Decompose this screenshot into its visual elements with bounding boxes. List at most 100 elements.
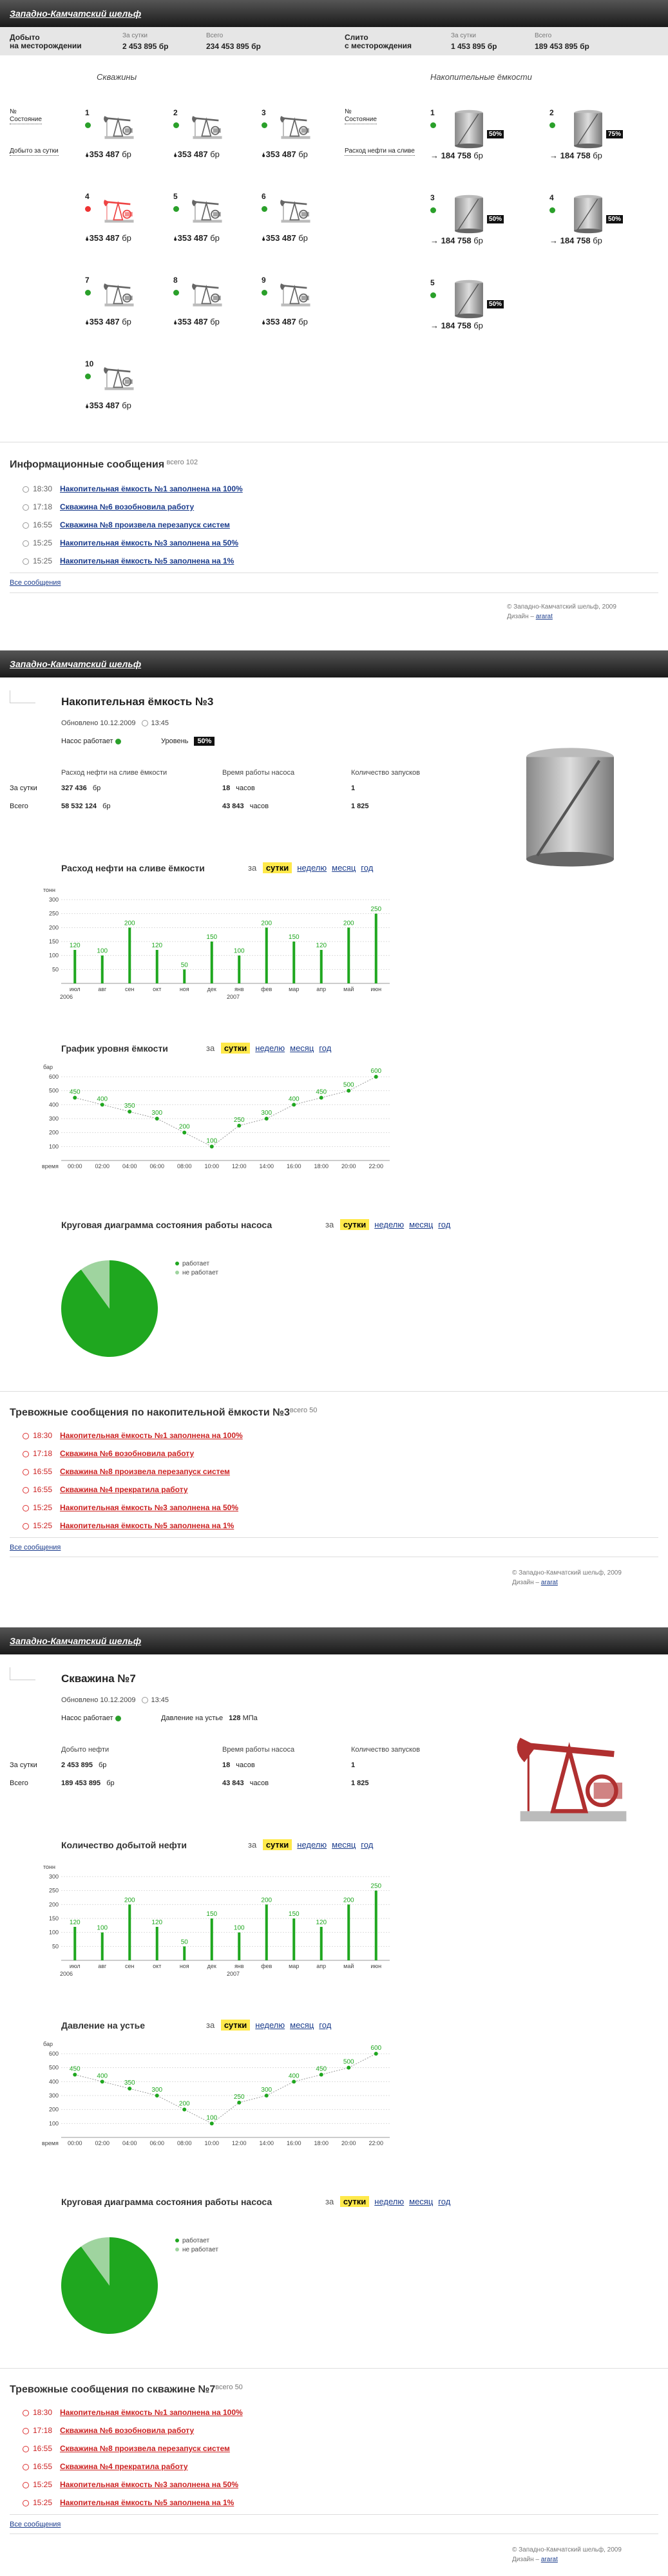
period-day[interactable]: сутки bbox=[220, 1043, 251, 1054]
drop-icon: 🌢 bbox=[85, 235, 90, 243]
x-tick-label: ноя bbox=[180, 986, 189, 992]
period-week[interactable]: неделю bbox=[374, 2197, 404, 2206]
alert-link[interactable]: Накопительная ёмкость №1 заполнена на 10… bbox=[60, 1431, 243, 1440]
tank-flow-value: 184 758 bbox=[560, 151, 591, 160]
legend-label: работает bbox=[182, 1260, 209, 1267]
stat-header-3: Количество запусков bbox=[351, 1746, 421, 1754]
alert-messages: 18:30 Накопительная ёмкость №1 заполнена … bbox=[23, 1426, 345, 1535]
studio-link[interactable]: ararat bbox=[541, 2556, 558, 2563]
pump-jack-icon bbox=[100, 192, 138, 227]
bar-value-label: 50 bbox=[181, 1938, 189, 1946]
well-daily-output: 🌢353 487 бр bbox=[85, 149, 131, 160]
message-link[interactable]: Накопительная ёмкость №3 заполнена на 50… bbox=[60, 538, 238, 547]
well-card[interactable]: 9 🌢353 487 бр bbox=[262, 276, 339, 346]
bar bbox=[155, 1927, 158, 1960]
alert-link[interactable]: Накопительная ёмкость №3 заполнена на 50… bbox=[60, 1503, 238, 1512]
period-month[interactable]: месяц bbox=[332, 1840, 356, 1850]
period-day[interactable]: сутки bbox=[339, 2196, 370, 2207]
well-card[interactable]: 8 🌢353 487 бр bbox=[173, 276, 251, 346]
stat-total-1-unit: бр bbox=[100, 802, 111, 810]
alert-link[interactable]: Скважина №8 произвела перезапуск систем bbox=[60, 1467, 230, 1476]
stat-total-1-unit: бр bbox=[104, 1779, 115, 1787]
alert-link[interactable]: Скважина №8 произвела перезапуск систем bbox=[60, 2444, 230, 2453]
alert-item: 15:25 Накопительная ёмкость №5 заполнена … bbox=[23, 1517, 345, 1535]
tank-card[interactable]: 4 50% → 184 758 бр bbox=[549, 193, 646, 264]
alert-link[interactable]: Накопительная ёмкость №1 заполнена на 10… bbox=[60, 2408, 243, 2417]
period-month[interactable]: месяц bbox=[409, 2197, 433, 2206]
well-card[interactable]: 5 🌢353 487 бр bbox=[173, 192, 251, 263]
well-card[interactable]: 7 🌢353 487 бр bbox=[85, 276, 162, 346]
all-messages-link[interactable]: Все сообщения bbox=[10, 1544, 61, 1551]
alert-time: 15:25 bbox=[33, 2498, 53, 2507]
site-logo[interactable]: Западно-Камчатский шельф bbox=[10, 8, 141, 19]
x-tick-label: май bbox=[343, 986, 354, 992]
alert-link[interactable]: Скважина №4 прекратила работу bbox=[60, 2462, 188, 2471]
period-year[interactable]: год bbox=[361, 863, 373, 873]
alert-link[interactable]: Накопительная ёмкость №3 заполнена на 50… bbox=[60, 2480, 238, 2489]
period-day[interactable]: сутки bbox=[262, 1839, 292, 1850]
period-week[interactable]: неделю bbox=[255, 1043, 285, 1053]
pressure-info: Давление на устье 128 МПа bbox=[161, 1714, 258, 1722]
period-year[interactable]: год bbox=[361, 1840, 373, 1850]
period-month[interactable]: месяц bbox=[290, 2020, 314, 2030]
period-week[interactable]: неделю bbox=[297, 1840, 327, 1850]
alert-link[interactable]: Скважина №6 возобновила работу bbox=[60, 1449, 194, 1458]
tank-card[interactable]: 3 50% → 184 758 бр bbox=[430, 193, 527, 264]
well-card[interactable]: 3 🌢353 487 бр bbox=[262, 108, 339, 179]
alert-link[interactable]: Скважина №6 возобновила работу bbox=[60, 2426, 194, 2435]
footer: © Западно-Камчатский шельф, 2009 Дизайн –… bbox=[512, 2546, 660, 2563]
period-year[interactable]: год bbox=[438, 2197, 450, 2206]
well-daily-output: 🌢353 487 бр bbox=[85, 317, 131, 327]
studio-link[interactable]: ararat bbox=[536, 613, 553, 620]
well-card[interactable]: 1 🌢353 487 бр bbox=[85, 108, 162, 179]
x-tick-label: июн bbox=[370, 1963, 381, 1969]
tank-card[interactable]: 5 50% → 184 758 бр bbox=[430, 278, 527, 349]
tank-status-icon bbox=[549, 122, 555, 128]
period-month[interactable]: месяц bbox=[332, 863, 356, 873]
period-week[interactable]: неделю bbox=[374, 1220, 404, 1229]
data-point bbox=[155, 1117, 159, 1121]
well-card[interactable]: 2 🌢353 487 бр bbox=[173, 108, 251, 179]
period-year[interactable]: год bbox=[319, 1043, 331, 1053]
well-card[interactable]: 6 🌢353 487 бр bbox=[262, 192, 339, 263]
studio-link[interactable]: ararat bbox=[541, 1579, 558, 1586]
message-item: 16:55 Скважина №8 произвела перезапуск си… bbox=[23, 516, 345, 534]
message-link[interactable]: Накопительная ёмкость №5 заполнена на 1% bbox=[60, 556, 234, 565]
all-messages-link[interactable]: Все сообщения bbox=[10, 579, 61, 587]
tank-card[interactable]: 1 50% → 184 758 бр bbox=[430, 108, 527, 179]
message-link[interactable]: Накопительная ёмкость №1 заполнена на 10… bbox=[60, 484, 243, 493]
period-month[interactable]: месяц bbox=[290, 1043, 314, 1053]
point-value-label: 350 bbox=[124, 2079, 135, 2087]
alert-link[interactable]: Скважина №4 прекратила работу bbox=[60, 1485, 188, 1494]
tank-flow-unit: бр bbox=[590, 151, 602, 160]
pump-status-icon bbox=[115, 738, 121, 744]
period-year[interactable]: год bbox=[319, 2020, 331, 2030]
x-tick-label: 06:00 bbox=[149, 1163, 164, 1170]
period-year[interactable]: год bbox=[438, 1220, 450, 1229]
period-day[interactable]: сутки bbox=[339, 1219, 370, 1230]
all-messages-link[interactable]: Все сообщения bbox=[10, 2521, 61, 2528]
x-tick-label: окт bbox=[153, 986, 161, 992]
alert-link[interactable]: Накопительная ёмкость №5 заполнена на 1% bbox=[60, 2498, 234, 2507]
tank-card[interactable]: 2 75% → 184 758 бр bbox=[549, 108, 646, 179]
period-week[interactable]: неделю bbox=[297, 863, 327, 873]
drained-day-value: 1 453 895 бр bbox=[451, 42, 497, 51]
period-week[interactable]: неделю bbox=[255, 2020, 285, 2030]
stat-day-1-unit: бр bbox=[96, 1761, 107, 1769]
site-logo-3[interactable]: Западно-Камчатский шельф bbox=[10, 1636, 141, 1646]
message-link[interactable]: Скважина №6 возобновила работу bbox=[60, 502, 194, 511]
well-card[interactable]: 10 🌢353 487 бр bbox=[85, 359, 162, 430]
well-output-value: 353 487 bbox=[177, 149, 208, 159]
message-link[interactable]: Скважина №8 произвела перезапуск систем bbox=[60, 520, 230, 529]
x-tick-label: июл bbox=[70, 1963, 81, 1969]
well-card[interactable]: 4 🌢353 487 бр bbox=[85, 192, 162, 263]
well-number: 5 bbox=[173, 192, 178, 201]
data-point bbox=[264, 1117, 269, 1121]
alerts-heading: Тревожные сообщения по накопительной ёмк… bbox=[10, 1406, 317, 1419]
site-logo-2[interactable]: Западно-Камчатский шельф bbox=[10, 659, 141, 669]
alert-link[interactable]: Накопительная ёмкость №5 заполнена на 1% bbox=[60, 1521, 234, 1530]
period-day[interactable]: сутки bbox=[262, 862, 292, 873]
tank-icon bbox=[570, 108, 606, 151]
period-month[interactable]: месяц bbox=[409, 1220, 433, 1229]
period-day[interactable]: сутки bbox=[220, 2020, 251, 2031]
